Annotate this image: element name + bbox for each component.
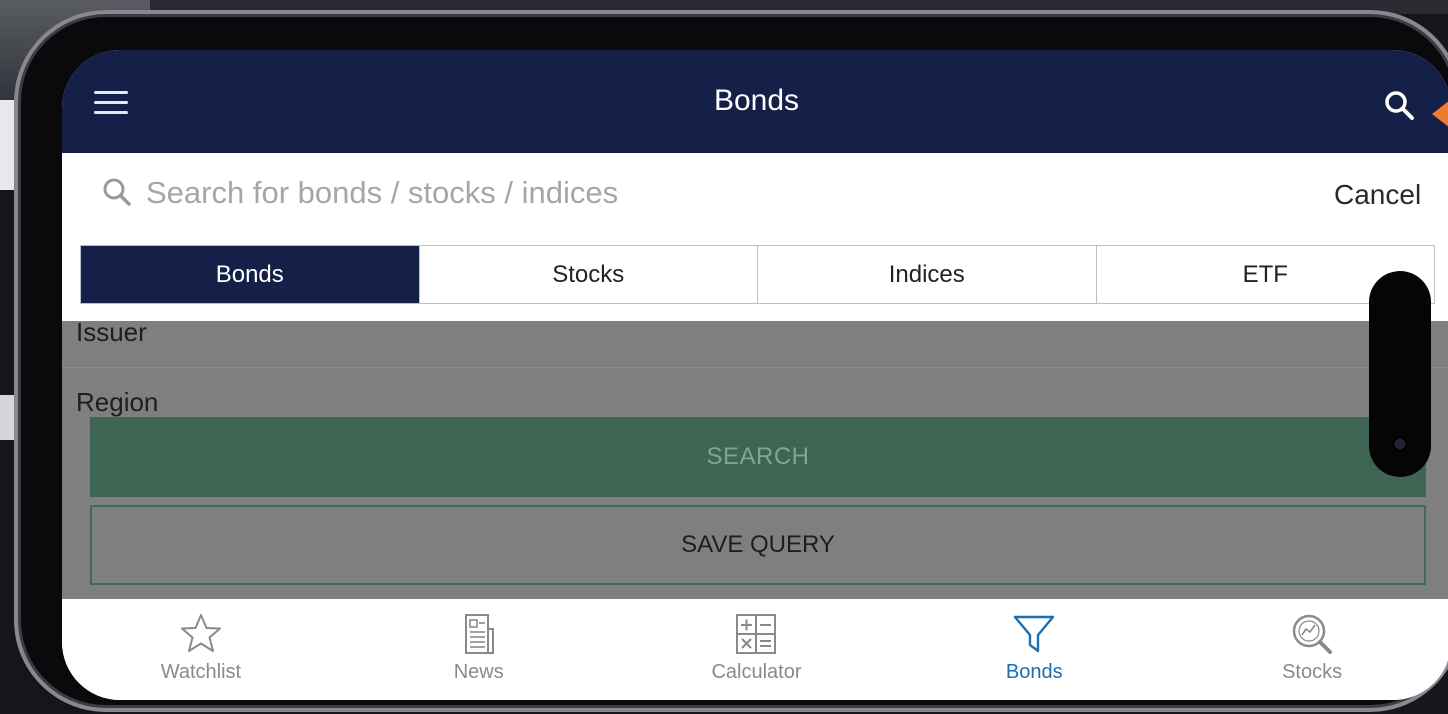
tab-bonds[interactable]: Bonds xyxy=(81,246,420,303)
search-icon[interactable] xyxy=(1382,88,1416,122)
app-screen: Bonds Cancel Bonds Stocks Indices ETF Is… xyxy=(62,50,1448,700)
nav-label-stocks: Stocks xyxy=(1282,661,1343,683)
calculator-icon xyxy=(736,614,777,654)
nav-label-bonds: Bonds xyxy=(1005,661,1063,683)
save-query-button[interactable]: SAVE QUERY xyxy=(90,505,1426,585)
app-header: Bonds xyxy=(62,50,1448,153)
nav-label-watchlist: Watchlist xyxy=(160,661,242,683)
filter-funnel-icon xyxy=(1014,615,1055,653)
nav-item-calculator[interactable]: Calculator xyxy=(618,599,896,700)
dynamic-island xyxy=(1369,271,1431,477)
nav-item-watchlist[interactable]: Watchlist xyxy=(62,599,340,700)
page-title: Bonds xyxy=(713,84,800,117)
search-button[interactable]: SEARCH xyxy=(90,417,1426,497)
issuer-filter[interactable]: Issuer xyxy=(76,317,147,348)
bottom-navigation: Watchlist News Calculator Bonds Stocks xyxy=(62,599,1448,700)
divider xyxy=(62,367,1448,368)
search-input[interactable] xyxy=(146,169,1046,217)
camera-lens xyxy=(1395,439,1405,449)
nav-label-calculator: Calculator xyxy=(711,661,802,683)
nav-item-stocks[interactable]: Stocks xyxy=(1173,599,1448,700)
region-filter[interactable]: Region xyxy=(76,387,158,418)
star-icon xyxy=(180,614,221,652)
search-field-icon xyxy=(103,178,131,206)
newspaper-icon xyxy=(464,614,494,654)
tab-indices[interactable]: Indices xyxy=(758,246,1097,303)
nav-item-bonds[interactable]: Bonds xyxy=(895,599,1173,700)
asset-type-tabs: Bonds Stocks Indices ETF xyxy=(80,245,1435,304)
nav-item-news[interactable]: News xyxy=(340,599,618,700)
nav-label-news: News xyxy=(453,661,504,683)
filter-overlay: Issuer Region SEARCH SAVE QUERY xyxy=(62,317,1448,599)
tab-stocks[interactable]: Stocks xyxy=(420,246,758,303)
orange-arrow-pointer xyxy=(1432,100,1448,128)
search-bar: Cancel xyxy=(62,153,1448,241)
stock-search-icon xyxy=(1292,614,1333,654)
cancel-button[interactable]: Cancel xyxy=(1334,179,1421,211)
phone-frame: Bonds Cancel Bonds Stocks Indices ETF Is… xyxy=(14,10,1448,712)
